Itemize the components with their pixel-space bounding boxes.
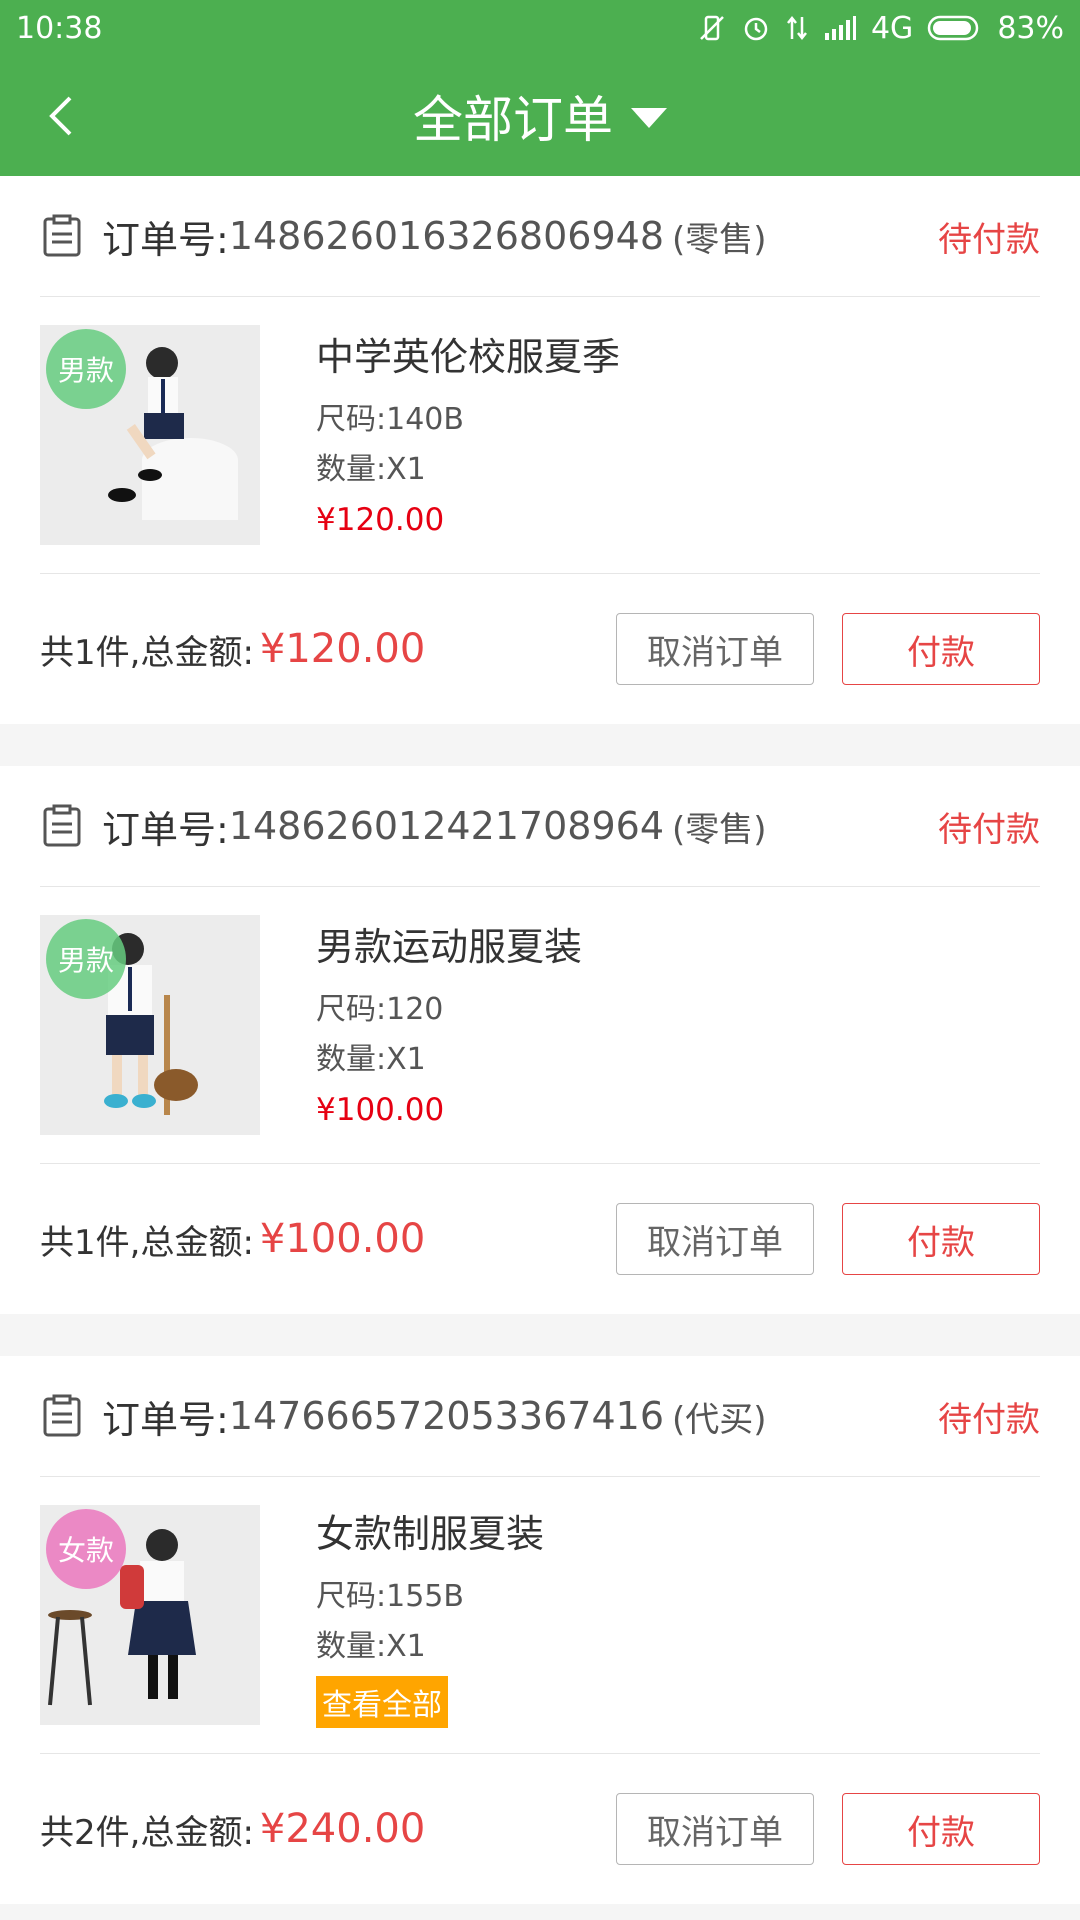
back-arrow-icon[interactable] bbox=[40, 94, 84, 138]
order-card: 订单号: 147666572053367416 (代买) 待付款 女款 女款制服… bbox=[0, 1356, 1080, 1904]
battery-percent: 83% bbox=[997, 10, 1064, 46]
product-image: 女款 bbox=[40, 1505, 260, 1725]
product-name: 男款运动服夏装 bbox=[316, 924, 583, 969]
pay-button[interactable]: 付款 bbox=[842, 1203, 1040, 1275]
gender-badge: 男款 bbox=[46, 329, 126, 409]
order-card: 订单号: 148626012421708964 (零售) 待付款 男款 男款运动… bbox=[0, 766, 1080, 1314]
gender-badge: 女款 bbox=[46, 1509, 126, 1589]
order-type: (零售) bbox=[672, 809, 767, 850]
order-item[interactable]: 男款 中学英伦校服夏季 尺码:140B 数量:X1 ¥120.00 bbox=[40, 297, 1040, 574]
clipboard-icon bbox=[43, 1394, 81, 1437]
battery-icon bbox=[928, 15, 979, 41]
order-item[interactable]: 男款 男款运动服夏装 尺码:120 数量:X1 ¥100.00 bbox=[40, 887, 1040, 1164]
order-item[interactable]: 女款 女款制服夏装 尺码:155B 数量:X1 查看全部 bbox=[40, 1477, 1040, 1754]
total-label: 共1件,总金额: bbox=[40, 1222, 254, 1263]
product-size: 尺码:140B bbox=[316, 401, 464, 437]
order-type: (零售) bbox=[672, 219, 767, 260]
clipboard-icon bbox=[43, 804, 81, 847]
product-image: 男款 bbox=[40, 325, 260, 545]
order-footer: 共1件,总金额: ¥120.00 取消订单 付款 bbox=[40, 574, 1040, 724]
order-footer: 共2件,总金额: ¥240.00 取消订单 付款 bbox=[40, 1754, 1040, 1904]
product-quantity: 数量:X1 bbox=[316, 1041, 426, 1077]
nav-bar: 全部订单 bbox=[0, 56, 1080, 176]
order-status: 待付款 bbox=[938, 809, 1040, 850]
cancel-order-button[interactable]: 取消订单 bbox=[616, 1203, 814, 1275]
order-card: 订单号: 148626016326806948 (零售) 待付款 男款 中学英伦… bbox=[0, 176, 1080, 724]
order-number-label: 订单号: bbox=[102, 807, 229, 852]
order-filter-dropdown[interactable]: 全部订单 bbox=[413, 80, 667, 152]
order-header: 订单号: 148626012421708964 (零售) 待付款 bbox=[40, 766, 1040, 887]
product-price: ¥100.00 bbox=[316, 1091, 445, 1128]
total-amount: ¥240.00 bbox=[259, 1806, 426, 1852]
status-icons: 4G 83% bbox=[697, 11, 1064, 46]
signal-icon bbox=[824, 16, 856, 40]
product-info: 男款运动服夏装 尺码:120 数量:X1 ¥100.00 bbox=[316, 916, 582, 1135]
product-info: 女款制服夏装 尺码:155B 数量:X1 查看全部 bbox=[316, 1503, 544, 1728]
dropdown-triangle-icon bbox=[631, 108, 667, 128]
product-quantity: 数量:X1 bbox=[316, 451, 426, 487]
order-number: 148626012421708964 bbox=[228, 804, 664, 848]
order-number: 148626016326806948 bbox=[228, 214, 664, 258]
clipboard-icon bbox=[43, 214, 81, 257]
status-time: 10:38 bbox=[16, 10, 103, 46]
product-size: 尺码:120 bbox=[316, 991, 444, 1027]
product-name: 女款制服夏装 bbox=[316, 1511, 545, 1556]
network-type: 4G bbox=[870, 10, 914, 46]
order-number-label: 订单号: bbox=[102, 217, 229, 262]
view-all-button[interactable]: 查看全部 bbox=[316, 1675, 448, 1728]
product-price: ¥120.00 bbox=[316, 501, 445, 538]
total-amount: ¥100.00 bbox=[259, 1216, 426, 1262]
product-info: 中学英伦校服夏季 尺码:140B 数量:X1 ¥120.00 bbox=[316, 326, 620, 545]
order-number-label: 订单号: bbox=[102, 1397, 229, 1442]
order-header: 订单号: 148626016326806948 (零售) 待付款 bbox=[40, 176, 1040, 297]
order-type: (代买) bbox=[672, 1399, 767, 1440]
pay-button[interactable]: 付款 bbox=[842, 1793, 1040, 1865]
gender-badge: 男款 bbox=[46, 919, 126, 999]
product-name: 中学英伦校服夏季 bbox=[316, 334, 621, 379]
total-label: 共1件,总金额: bbox=[40, 632, 254, 673]
order-status: 待付款 bbox=[938, 1399, 1040, 1440]
total-label: 共2件,总金额: bbox=[40, 1812, 254, 1853]
order-status: 待付款 bbox=[938, 219, 1040, 260]
status-bar: 10:38 4G 83% bbox=[0, 0, 1080, 56]
product-image: 男款 bbox=[40, 915, 260, 1135]
vibrate-icon bbox=[700, 15, 724, 41]
data-transfer-icon bbox=[786, 15, 807, 41]
order-number: 147666572053367416 bbox=[228, 1394, 664, 1438]
product-quantity: 数量:X1 bbox=[316, 1628, 426, 1664]
pay-button[interactable]: 付款 bbox=[842, 613, 1040, 685]
alarm-icon bbox=[744, 17, 768, 41]
cancel-order-button[interactable]: 取消订单 bbox=[616, 1793, 814, 1865]
page-title: 全部订单 bbox=[413, 91, 613, 149]
product-size: 尺码:155B bbox=[316, 1578, 464, 1614]
total-amount: ¥120.00 bbox=[259, 626, 426, 672]
order-footer: 共1件,总金额: ¥100.00 取消订单 付款 bbox=[40, 1164, 1040, 1314]
cancel-order-button[interactable]: 取消订单 bbox=[616, 613, 814, 685]
order-header: 订单号: 147666572053367416 (代买) 待付款 bbox=[40, 1356, 1040, 1477]
